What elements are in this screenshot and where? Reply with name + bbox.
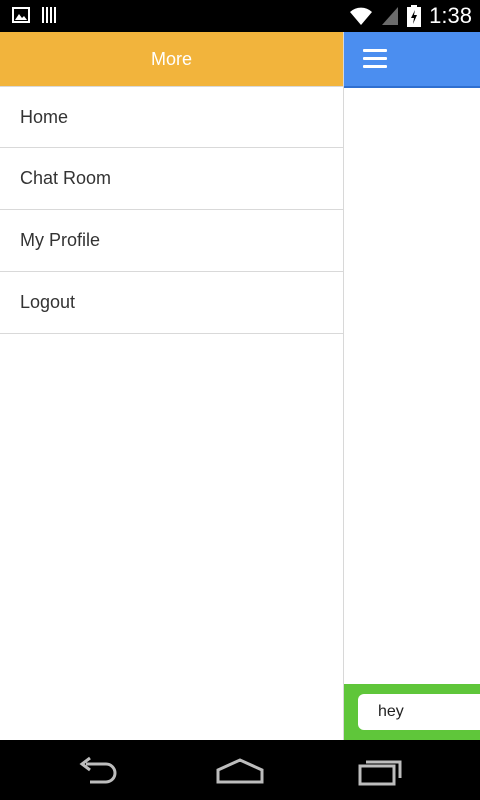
back-button[interactable] bbox=[76, 754, 124, 788]
drawer-item-label: Chat Room bbox=[20, 168, 112, 188]
status-time: 1:38 bbox=[429, 3, 472, 28]
drawer-item-logout[interactable]: Logout bbox=[0, 272, 343, 334]
drawer-item-chat-room[interactable]: Chat Room bbox=[0, 148, 343, 210]
drawer-item-my-profile[interactable]: My Profile bbox=[0, 210, 343, 272]
drawer-menu: Home Chat Room My Profile Logout bbox=[0, 86, 343, 334]
recent-apps-button[interactable] bbox=[356, 754, 404, 788]
image-icon bbox=[12, 7, 30, 23]
drawer-header: More bbox=[0, 32, 343, 86]
drawer-item-label: Logout bbox=[20, 292, 76, 312]
status-bar: 1:38 bbox=[0, 0, 480, 32]
main-header-rule bbox=[344, 86, 480, 88]
drawer-item-label: Home bbox=[20, 106, 69, 127]
recent-apps-icon bbox=[358, 760, 402, 786]
signal-icon bbox=[382, 7, 399, 25]
navigation-drawer: More Home Chat Room My Profile Logout bbox=[0, 32, 343, 740]
back-icon bbox=[79, 756, 117, 784]
main-header bbox=[344, 32, 480, 86]
barcode-icon bbox=[42, 7, 56, 23]
message-composer bbox=[344, 684, 480, 740]
wifi-icon bbox=[350, 7, 373, 25]
home-icon bbox=[216, 758, 264, 784]
drawer-title: More bbox=[150, 48, 192, 69]
battery-icon bbox=[407, 5, 422, 27]
message-input[interactable] bbox=[358, 694, 480, 730]
drawer-item-home[interactable]: Home bbox=[0, 86, 343, 148]
home-button[interactable] bbox=[216, 754, 264, 788]
hamburger-menu-icon[interactable] bbox=[363, 49, 387, 69]
drawer-item-label: My Profile bbox=[20, 230, 101, 250]
system-nav-bar bbox=[0, 740, 480, 800]
main-panel bbox=[343, 32, 480, 740]
